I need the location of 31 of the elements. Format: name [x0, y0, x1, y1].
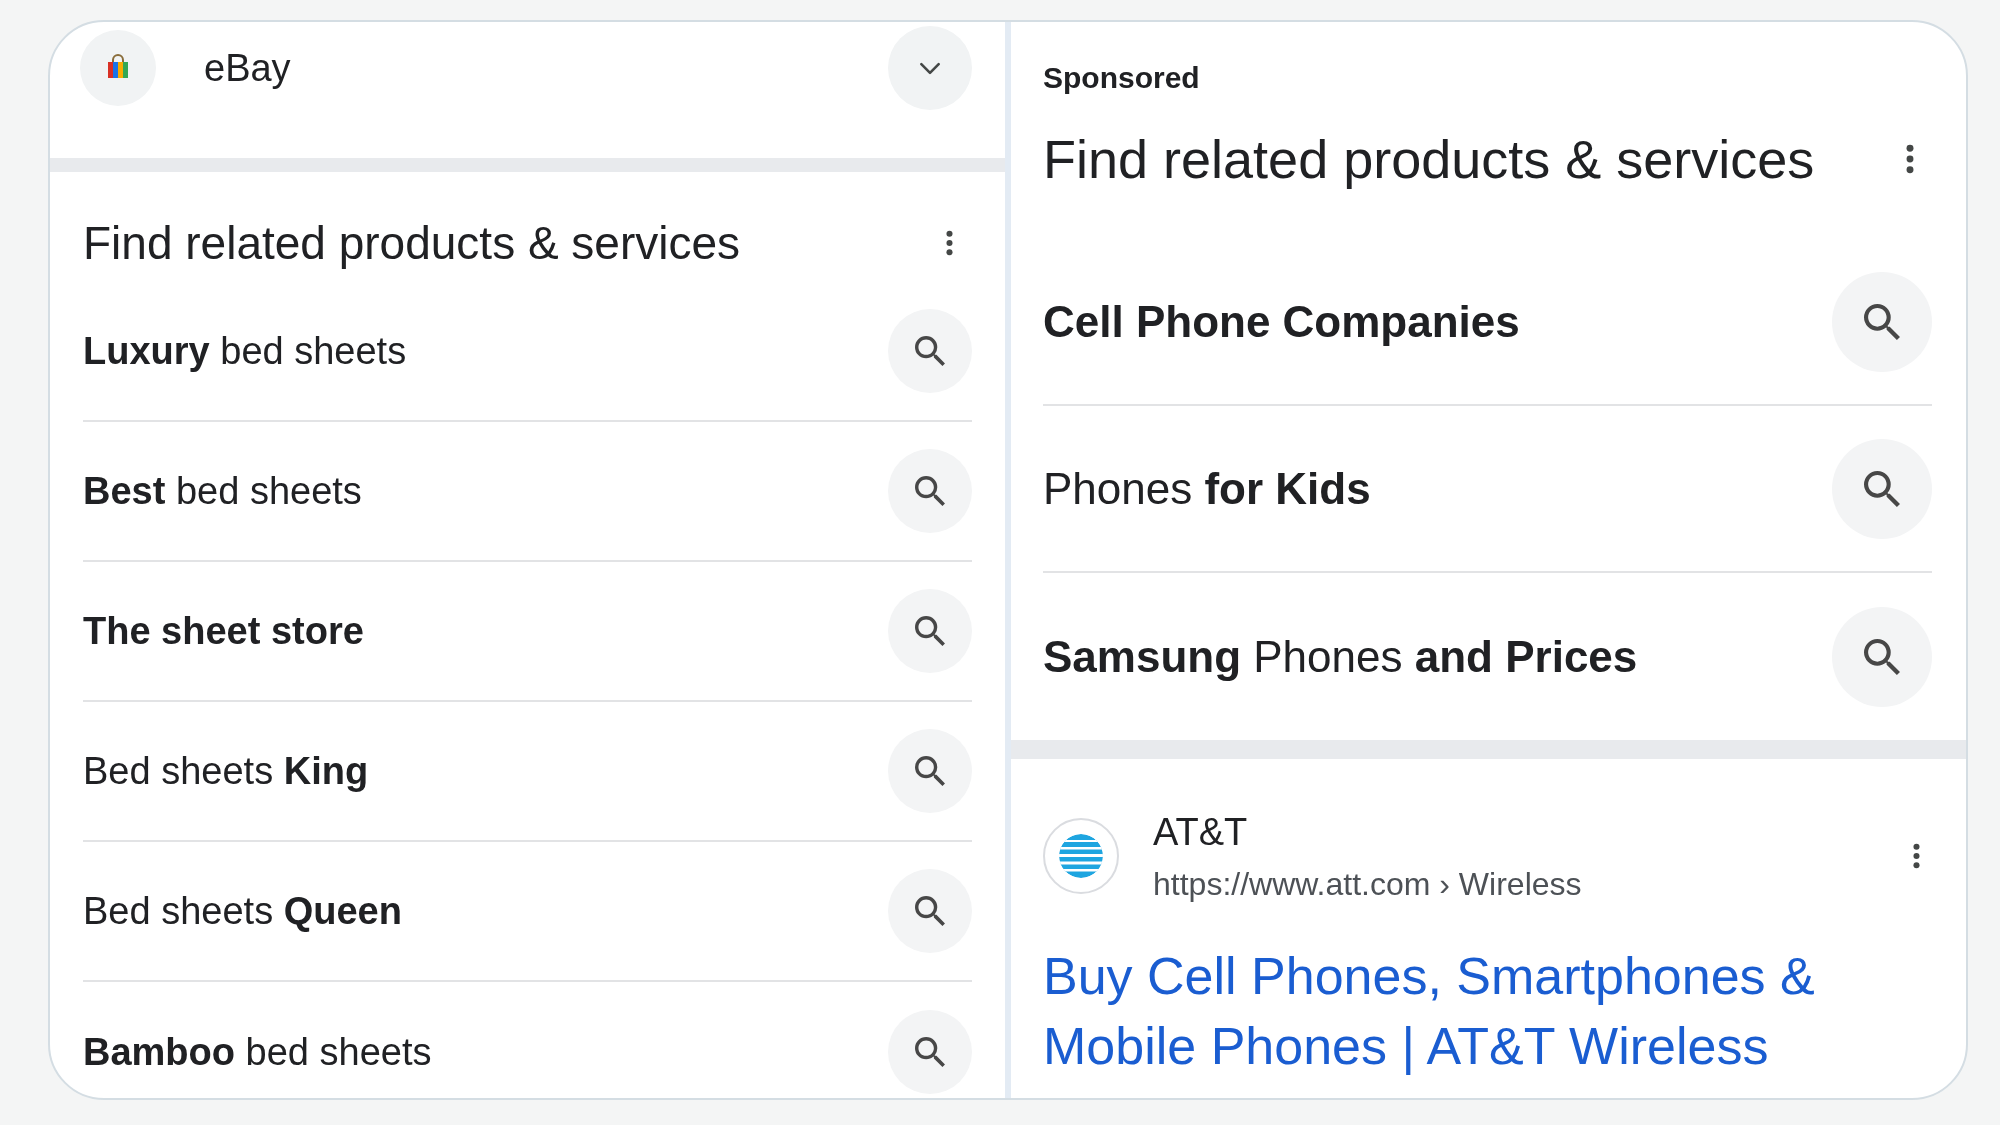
ad-url: https://www.att.com › Wireless — [1153, 865, 1582, 904]
more-options-icon[interactable] — [946, 230, 953, 256]
related-search-link[interactable]: The sheet store — [83, 609, 364, 653]
more-options-icon[interactable] — [1906, 144, 1914, 174]
more-options-icon[interactable] — [1913, 843, 1920, 869]
advertiser-name: AT&T — [1153, 810, 1248, 855]
related-search-link[interactable]: Samsung Phones and Prices — [1043, 631, 1638, 682]
related-search-link[interactable]: Best bed sheets — [83, 469, 362, 513]
ad-headline-link[interactable]: Buy Cell Phones, Smartphones & Mobile Phones | AT&T Wireless — [1043, 941, 1913, 1081]
search-icon — [1864, 638, 1900, 675]
search-icon — [915, 616, 945, 646]
sponsored-label: Sponsored — [1042, 60, 1200, 96]
related-search-link[interactable]: Luxury bed sheets — [83, 329, 407, 373]
related-search-link[interactable]: Phones for Kids — [1043, 463, 1371, 514]
source-name: eBay — [204, 46, 291, 91]
related-search-link[interactable]: Bamboo bed sheets — [83, 1030, 432, 1074]
striped-globe-icon — [1043, 818, 1119, 894]
search-icon — [915, 1037, 945, 1067]
search-icon — [915, 336, 945, 366]
search-icon — [915, 756, 945, 786]
search-icon — [1864, 470, 1900, 507]
search-icon — [915, 476, 945, 506]
chevron-down-icon — [919, 61, 941, 75]
shopping-bag-icon — [80, 30, 156, 106]
related-search-link[interactable]: Cell Phone Companies — [1043, 296, 1520, 347]
search-icon — [1864, 303, 1900, 340]
search-icon — [915, 896, 945, 926]
related-search-link[interactable]: Bed sheets Queen — [83, 889, 402, 933]
section-title: Find related products & services — [83, 219, 741, 267]
related-search-link[interactable]: Bed sheets King — [83, 749, 369, 793]
section-title: Find related products & services — [1043, 128, 1815, 191]
